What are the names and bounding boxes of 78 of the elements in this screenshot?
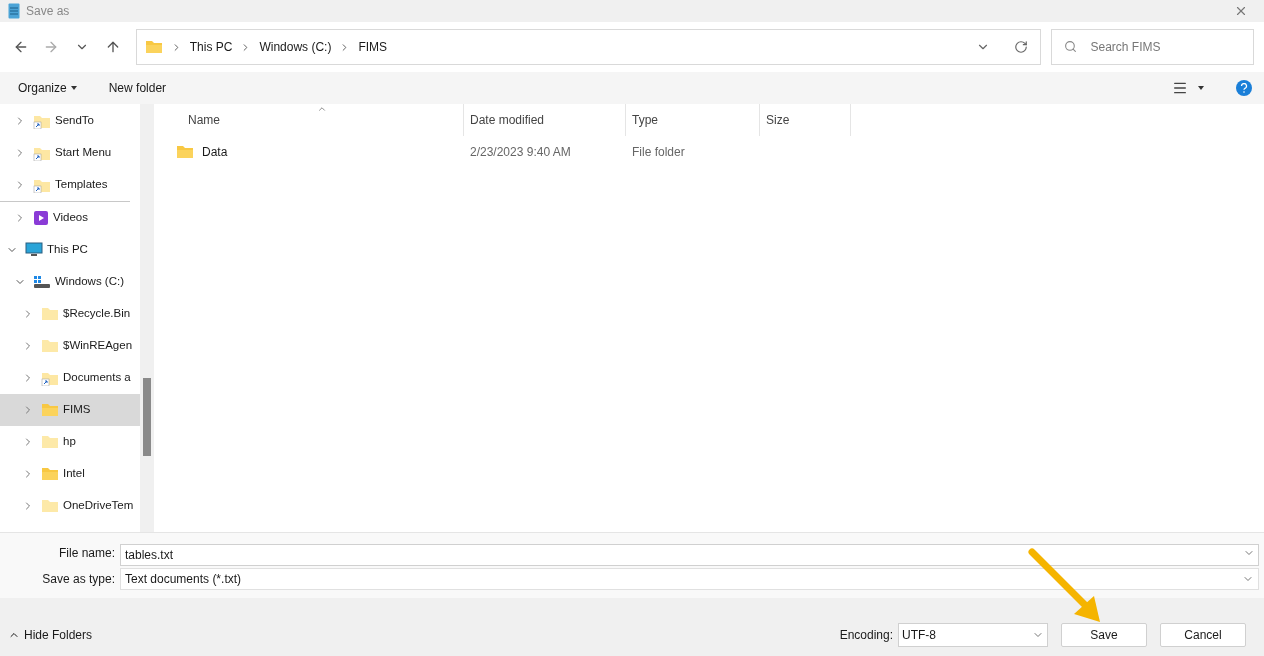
save-type-dropdown[interactable]: Text documents (*.txt) (120, 567, 1259, 590)
tree-label: Start Menu (55, 145, 112, 161)
encoding-dropdown[interactable]: UTF-8 (898, 623, 1048, 647)
close-icon (1234, 4, 1248, 18)
video-folder-icon (33, 210, 49, 226)
shortcut-folder-icon (33, 177, 51, 193)
tree-item[interactable]: FIMS (0, 394, 140, 426)
sort-ascending-icon (317, 104, 327, 114)
folder-icon (41, 499, 59, 513)
tree-label: Windows (C:) (55, 274, 124, 290)
save-type-label: Save as type: (41, 570, 116, 588)
breadcrumb[interactable]: Windows (C:) (259, 38, 332, 56)
tree-item[interactable]: Videos (0, 202, 130, 234)
tree-item[interactable]: SendTo (0, 105, 140, 137)
tree-label: Documents a (63, 370, 131, 386)
shortcut-folder-icon (33, 113, 51, 129)
tree-label: Templates (55, 177, 108, 193)
search-field[interactable]: Search FIMS (1051, 29, 1254, 65)
date-cell-text: 2/23/2023 9:40 AM (469, 144, 572, 161)
question-mark-icon (1240, 83, 1248, 93)
list-view-icon (1172, 80, 1188, 96)
folder-icon (176, 145, 194, 159)
organize-menu-button[interactable]: Organize (12, 79, 83, 97)
tree-label: FIMS (63, 402, 91, 418)
file-name-field[interactable]: tables.txt (120, 543, 1259, 566)
cancel-button[interactable]: Cancel (1160, 623, 1246, 647)
tree-item[interactable]: Start Menu (0, 137, 140, 169)
folder-icon (41, 467, 59, 481)
tree-item[interactable]: $Recycle.Bin (0, 298, 140, 330)
folder-icon (41, 307, 59, 321)
column-header[interactable]: Name (154, 104, 464, 136)
shortcut-folder-icon (41, 370, 59, 386)
tree-label: Videos (53, 210, 88, 226)
file-name: Data (202, 144, 228, 161)
column-header[interactable]: Type (626, 104, 760, 136)
folder-icon (41, 403, 59, 417)
window-title: Save as (26, 3, 70, 20)
tree-item[interactable]: Intel (0, 458, 140, 490)
tree-label: This PC (47, 242, 88, 258)
file-row[interactable]: Data 2/23/2023 9:40 AM File folder (154, 136, 1264, 168)
folder-icon (41, 339, 59, 353)
tree-item[interactable]: Documents a (0, 362, 140, 394)
refresh-icon[interactable] (1014, 40, 1029, 54)
tree-item[interactable]: hp (0, 426, 140, 458)
tree-label: $Recycle.Bin (63, 306, 131, 322)
folder-icon (41, 435, 59, 449)
hide-folders-button[interactable]: Hide Folders (8, 626, 93, 644)
breadcrumb[interactable]: This PC (189, 38, 233, 56)
help-button[interactable] (1236, 80, 1252, 96)
notepad-icon (8, 3, 20, 19)
encoding-label: Encoding: (839, 627, 893, 644)
tree-label: OneDriveTem (63, 498, 134, 514)
dropdown-triangle-icon (70, 86, 77, 90)
column-header[interactable]: Size (760, 104, 851, 136)
computer-icon (25, 242, 43, 258)
save-button[interactable]: Save (1061, 623, 1147, 647)
column-header[interactable]: Date modified (464, 104, 626, 136)
type-cell-text: File folder (631, 144, 686, 161)
tree-label: hp (63, 434, 76, 450)
tree-item[interactable]: OneDriveTem (0, 490, 140, 522)
shortcut-folder-icon (33, 145, 51, 161)
drive-icon (33, 275, 51, 289)
breadcrumb[interactable]: FIMS (358, 38, 388, 56)
folder-icon (144, 40, 163, 54)
file-name-label: File name: (57, 544, 116, 562)
tree-item[interactable]: Templates (0, 169, 140, 201)
search-icon (1064, 40, 1078, 53)
scrollbar-thumb[interactable] (143, 378, 151, 456)
tree-item[interactable]: Windows (C:) (0, 266, 140, 298)
tree-label: $WinREAgen (63, 338, 133, 354)
dropdown-triangle-icon (1198, 86, 1204, 90)
tree-item[interactable]: This PC (0, 234, 140, 266)
tree-item[interactable]: $WinREAgen (0, 330, 140, 362)
address-field[interactable]: This PC Windows (C:) FIMS (135, 29, 1042, 65)
tree-label: SendTo (55, 113, 94, 129)
view-options-button[interactable] (1172, 80, 1204, 96)
tree-label: Intel (63, 466, 85, 482)
new-folder-button[interactable]: New folder (102, 79, 173, 97)
